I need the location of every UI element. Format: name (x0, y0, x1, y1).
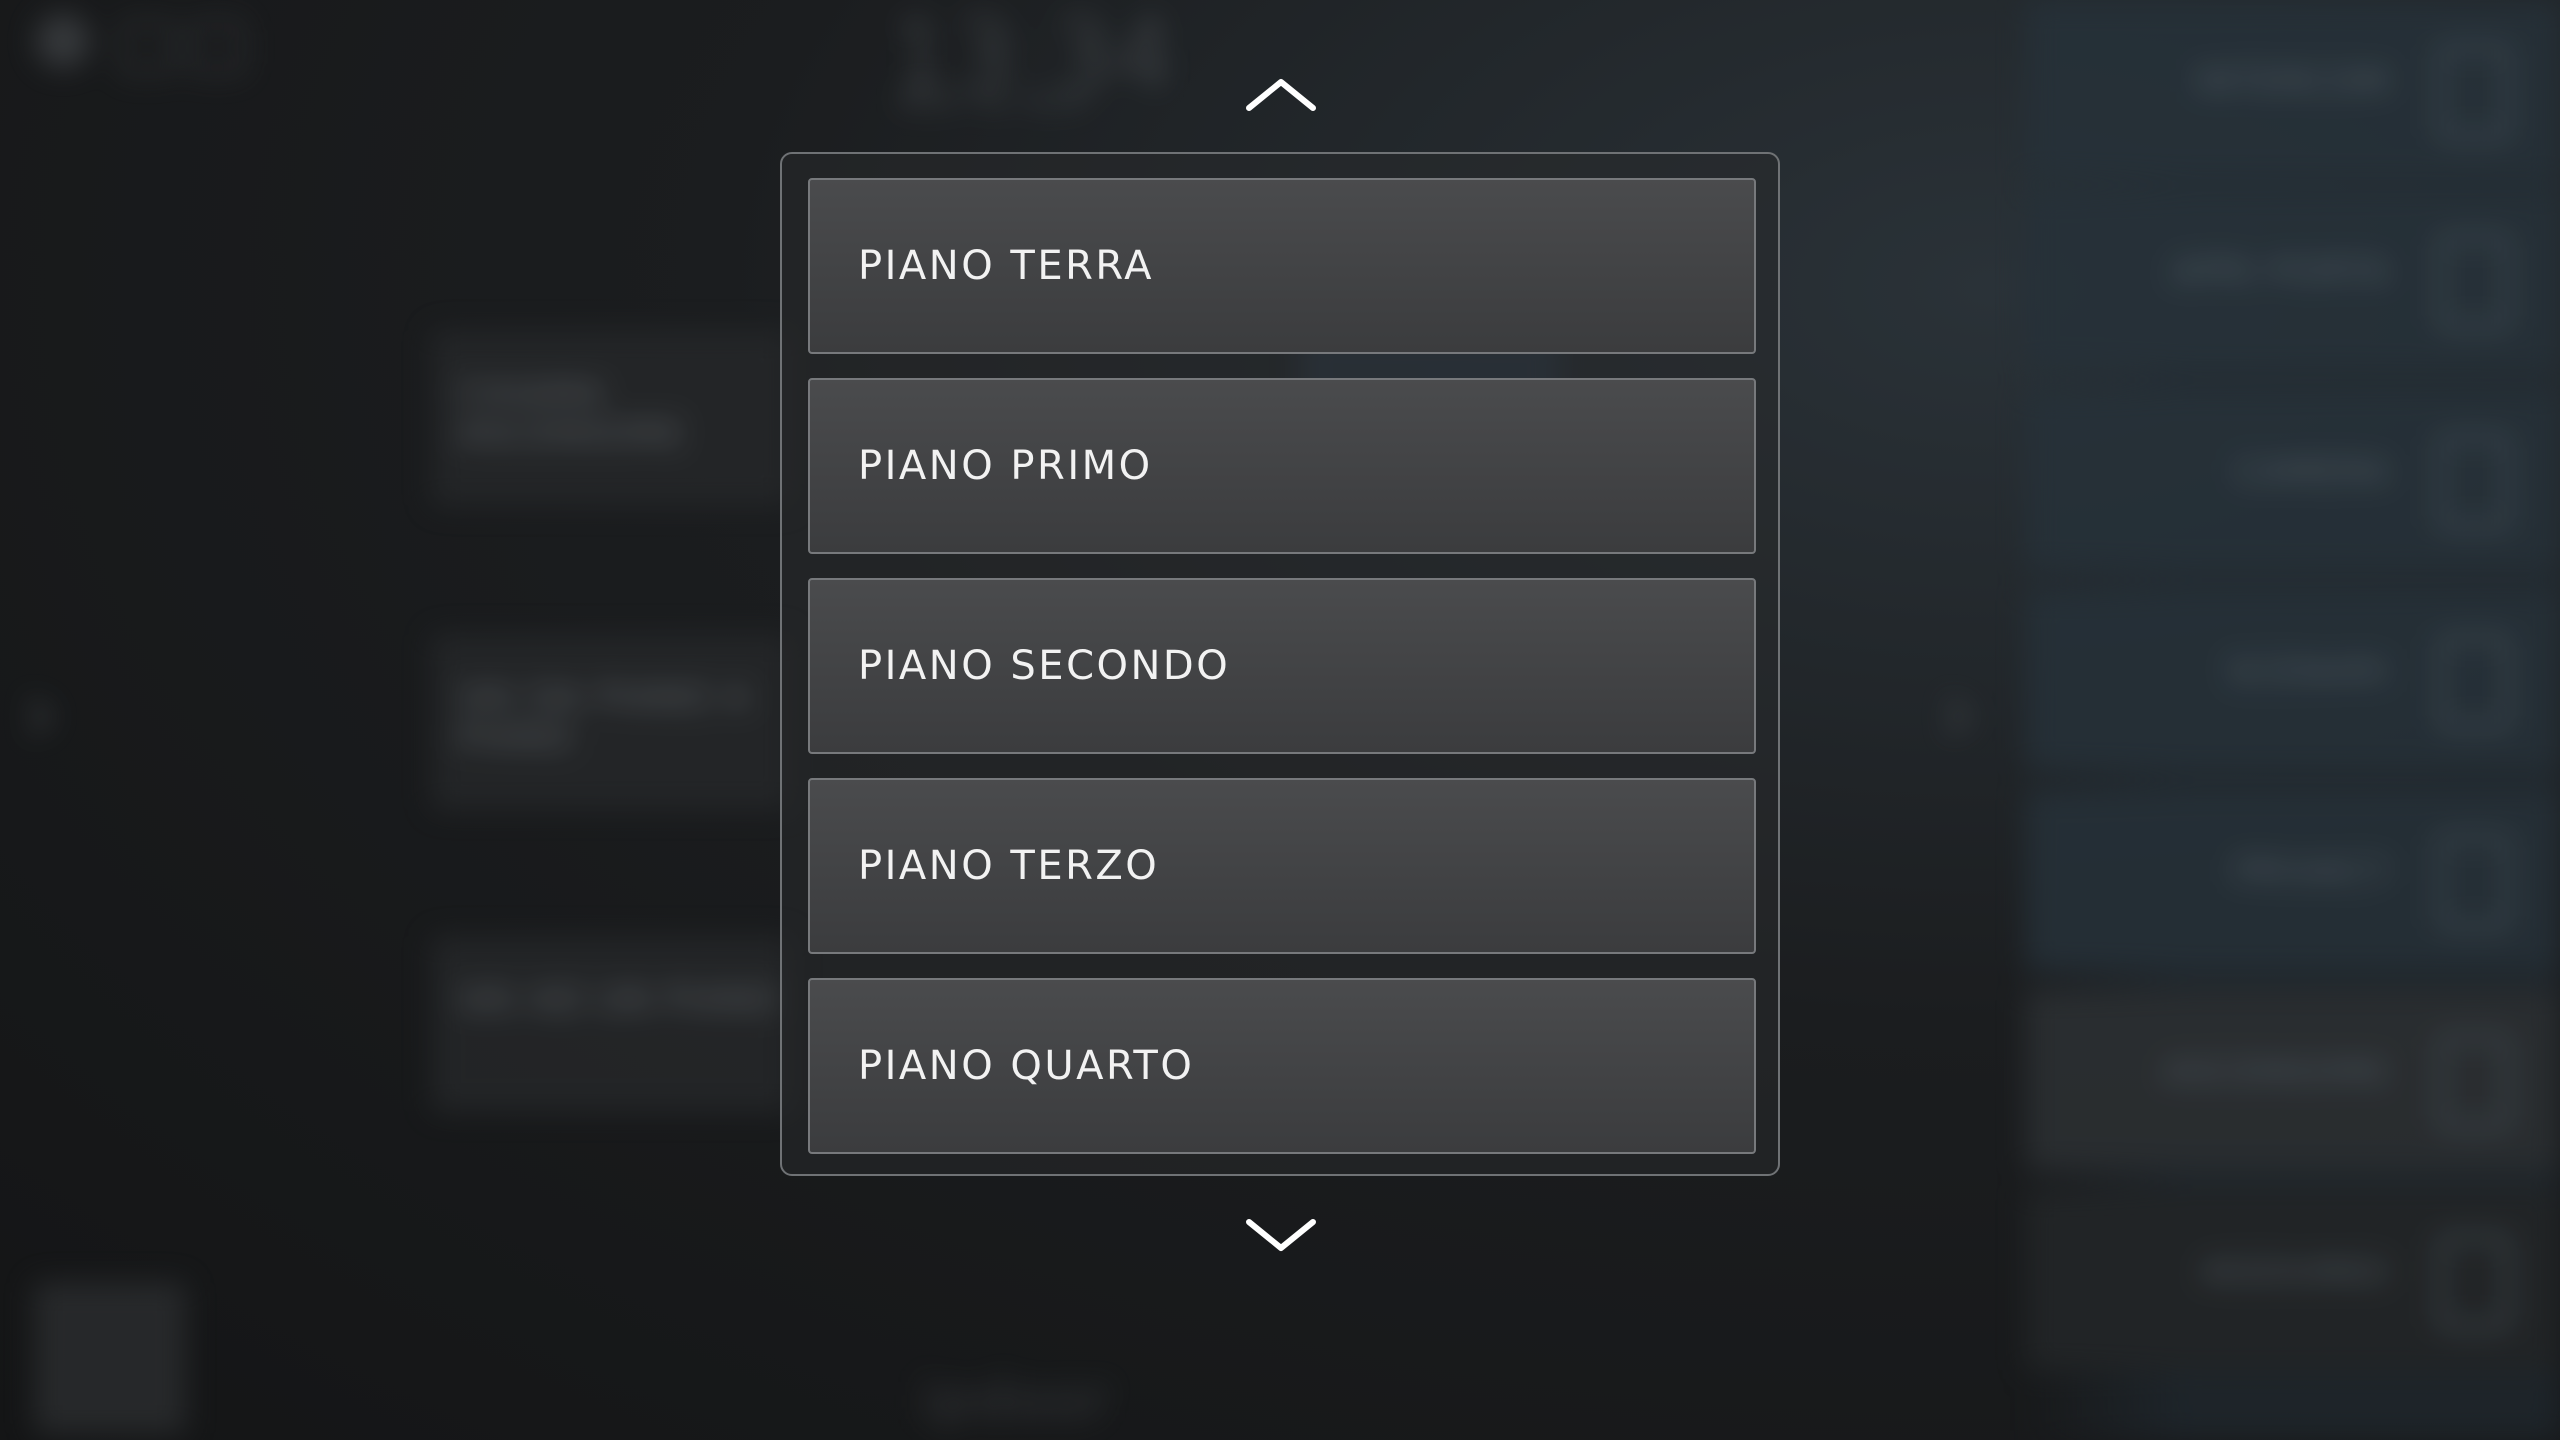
floor-list: PIANO TERRA PIANO PRIMO PIANO SECONDO PI… (808, 178, 1756, 1174)
phone-status-icon (120, 20, 174, 74)
phone-icon (2438, 44, 2510, 140)
scroll-down-button[interactable] (1236, 1206, 1326, 1266)
chevron-right-icon: › (22, 660, 58, 765)
floor-option-label: PIANO TERZO (858, 843, 1160, 889)
status-icon (36, 14, 90, 68)
clock-date: MAR 30 NOV (900, 92, 1090, 117)
chevron-down-icon (1246, 1219, 1316, 1251)
floor-option-label: PIANO TERRA (858, 243, 1154, 289)
lift-floor-selector-screen: 13:34 MAR 30 NOV CHIAMA ASCENSORE VAI DA… (0, 0, 2560, 1440)
floor-option-piano-terra[interactable]: PIANO TERRA (808, 178, 1756, 354)
bg-sidebar-item: SCENARI (2026, 590, 2560, 770)
chevron-up-icon (1246, 79, 1316, 111)
bg-card-floor-to-floor: VAI DA PIANO A PIANO (432, 634, 792, 810)
floor-option-piano-secondo[interactable]: PIANO SECONDO (808, 578, 1756, 754)
brand-logo: ipdoor (920, 1368, 1111, 1433)
floor-option-label: PIANO PRIMO (858, 443, 1153, 489)
message-status-icon (190, 20, 244, 74)
plus-icon (2438, 1234, 2510, 1330)
settings-button (34, 1282, 186, 1434)
scroll-up-button[interactable] (1236, 64, 1326, 124)
bg-sidebar-item: CAMERA (2026, 390, 2560, 570)
bg-sidebar-item: ASCENSORE (2026, 990, 2560, 1170)
chevron-right-icon: › (1940, 660, 1976, 765)
floor-option-piano-primo[interactable]: PIANO PRIMO (808, 378, 1756, 554)
bg-sidebar-item: APRI PORTA (2026, 190, 2560, 370)
lock-icon (2438, 234, 2510, 330)
bg-card-go-to-floor: VAI AD UN PIANO (432, 936, 792, 1112)
camera-icon (2438, 434, 2510, 530)
floor-picker: PIANO TERRA PIANO PRIMO PIANO SECONDO PI… (780, 152, 1780, 1176)
floor-option-label: PIANO SECONDO (858, 643, 1231, 689)
grid-icon (2438, 634, 2510, 730)
bg-sidebar-item: AGGIUNGI (2026, 1190, 2560, 1370)
floor-option-piano-quarto[interactable]: PIANO QUARTO (808, 978, 1756, 1154)
floor-option-label: PIANO QUARTO (858, 1043, 1195, 1089)
floor-option-piano-terzo[interactable]: PIANO TERZO (808, 778, 1756, 954)
bg-sidebar-item: PRIVACY (2026, 790, 2560, 970)
bg-sidebar-item: INTERCOM (2026, 0, 2560, 180)
bg-card-call-lift: CHIAMA ASCENSORE (432, 330, 792, 506)
elevator-icon (2438, 1034, 2510, 1130)
toggle-icon (2438, 834, 2510, 930)
